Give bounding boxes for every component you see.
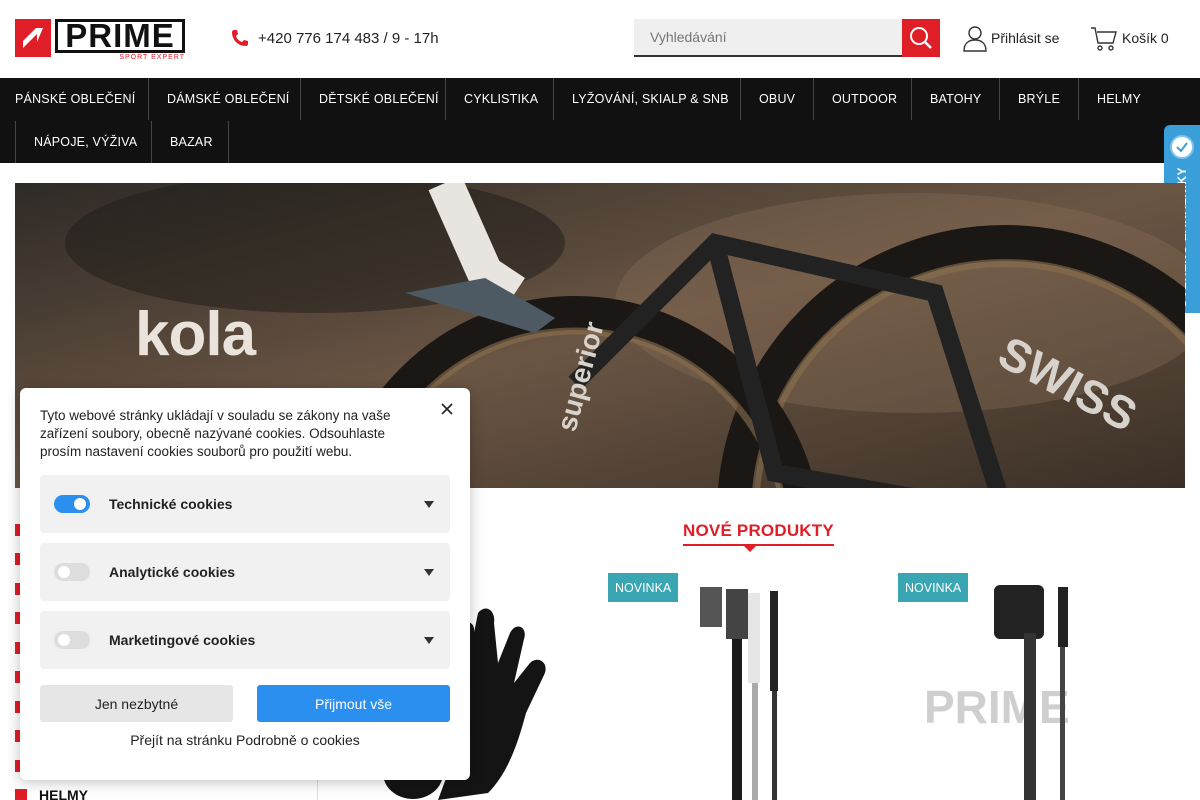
site-header: PRIME SPORT EXPERT +420 776 174 483 / 9 … (0, 0, 1200, 78)
chevron-down-icon[interactable] (424, 568, 434, 576)
login-link[interactable]: Přihlásit se (963, 24, 1059, 52)
search-icon (910, 27, 932, 49)
user-icon (963, 26, 987, 52)
logo-tagline: SPORT EXPERT (119, 54, 185, 61)
category-label: HELMY (39, 787, 88, 800)
close-button[interactable] (438, 400, 456, 418)
title-caret-icon (743, 545, 757, 552)
cookie-category-technical[interactable]: Technické cookies (40, 475, 450, 533)
nav-item-cyklistika[interactable]: CYKLISTIKA (446, 78, 554, 120)
nav-item-lyzovani[interactable]: LYŽOVÁNÍ, SKIALP & SNB (554, 78, 741, 120)
search-input[interactable] (634, 19, 902, 57)
nav-item-batohy[interactable]: BATOHY (912, 78, 1000, 120)
new-badge: NOVINKA (608, 573, 679, 602)
product-card-trekking-pole[interactable]: PRIME NOVINKA (898, 573, 1185, 800)
analytics-cookies-label: Analytické cookies (109, 564, 236, 580)
chevron-down-icon[interactable] (424, 500, 434, 508)
nav-item-bazar[interactable]: BAZAR (152, 121, 229, 163)
product-image-poles (700, 587, 778, 800)
new-products-title: NOVÉ PRODUKTY (683, 521, 834, 546)
nav-item-napoje-vyziva[interactable]: NÁPOJE, VÝŽIVA (15, 121, 152, 163)
page: PRIME SPORT EXPERT +420 776 174 483 / 9 … (0, 0, 1200, 800)
logo-arrow-icon (15, 19, 51, 57)
nav-item-helmy[interactable]: HELMY (1079, 78, 1159, 120)
nav-item-detske-obleceni[interactable]: DĚTSKÉ OBLEČENÍ (301, 78, 446, 120)
analytics-cookies-toggle[interactable] (54, 563, 90, 581)
product-image-trekking-pole: PRIME (924, 585, 1070, 800)
logo-wordmark: PRIME (55, 19, 185, 53)
phone-icon (232, 30, 248, 46)
nav-item-panske-obleceni[interactable]: PÁNSKÉ OBLEČENÍ (0, 78, 149, 120)
chevron-down-icon[interactable] (424, 636, 434, 644)
nav-item-outdoor[interactable]: OUTDOOR (814, 78, 912, 120)
cart-label: Košík 0 (1122, 30, 1169, 46)
phone-contact[interactable]: +420 776 174 483 / 9 - 17h (230, 28, 439, 48)
main-nav: PÁNSKÉ OBLEČENÍ DÁMSKÉ OBLEČENÍ DĚTSKÉ O… (0, 78, 1200, 163)
cookie-description: Tyto webové stránky ukládají v souladu s… (40, 408, 391, 459)
cookie-category-analytics[interactable]: Analytické cookies (40, 543, 450, 601)
search-bar (634, 19, 940, 57)
marketing-cookies-toggle[interactable] (54, 631, 90, 649)
verified-seal-icon (1170, 135, 1194, 159)
product-card-poles[interactable]: NOVINKA (608, 573, 892, 800)
necessary-only-button[interactable]: Jen nezbytné (40, 685, 233, 722)
cookie-category-marketing[interactable]: Marketingové cookies (40, 611, 450, 669)
cookie-details-link[interactable]: Přejít na stránku Podrobně o cookies (20, 732, 470, 748)
login-label: Přihlásit se (991, 30, 1060, 46)
red-arrow-icon (15, 789, 27, 800)
nav-row-2: NÁPOJE, VÝŽIVA BAZAR (0, 121, 229, 163)
cart-link[interactable]: Košík 0 (1090, 24, 1169, 52)
svg-text:PRIME: PRIME (924, 681, 1070, 733)
technical-cookies-toggle[interactable] (54, 495, 90, 513)
nav-item-damske-obleceni[interactable]: DÁMSKÉ OBLEČENÍ (149, 78, 301, 120)
hero-headline: kola (135, 300, 256, 369)
search-button[interactable] (902, 19, 940, 57)
cookie-consent-dialog: Tyto webové stránky ukládají v souladu s… (20, 388, 470, 780)
cart-icon (1091, 27, 1117, 51)
nav-item-bryle[interactable]: BRÝLE (1000, 78, 1079, 120)
technical-cookies-label: Technické cookies (109, 496, 233, 512)
phone-number: +420 776 174 483 / 9 - 17h (258, 29, 439, 47)
close-icon (441, 403, 453, 415)
accept-all-button[interactable]: Přijmout vše (257, 685, 450, 722)
new-badge: NOVINKA (898, 573, 969, 602)
category-item-helmy[interactable]: HELMY (15, 781, 315, 800)
nav-row-1: PÁNSKÉ OBLEČENÍ DÁMSKÉ OBLEČENÍ DĚTSKÉ O… (0, 78, 1159, 120)
nav-item-obuv[interactable]: OBUV (741, 78, 814, 120)
marketing-cookies-label: Marketingové cookies (109, 632, 256, 648)
logo[interactable]: PRIME SPORT EXPERT (15, 19, 185, 61)
